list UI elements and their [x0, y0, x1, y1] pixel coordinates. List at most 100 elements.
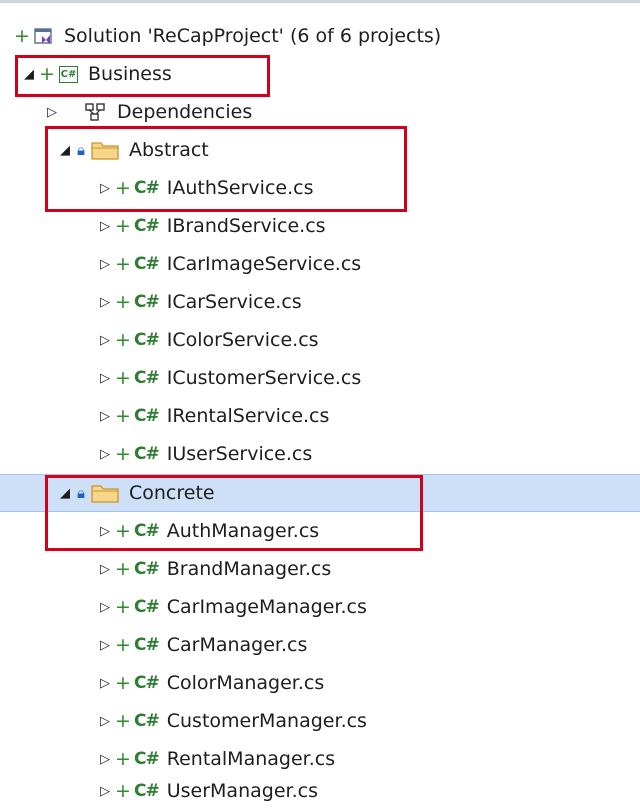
panel-top-border [0, 0, 640, 3]
csharp-file-icon: C# [134, 597, 160, 617]
csharp-file-icon: C# [134, 635, 160, 655]
pending-add-icon: + [115, 634, 131, 656]
file-label: IBrandService.cs [166, 215, 326, 237]
pending-add-icon: + [115, 177, 131, 199]
collapsed-arrow-icon[interactable]: ▷ [98, 331, 112, 349]
file-node[interactable]: ▷ + C# AuthManager.cs [0, 512, 640, 550]
file-label: CustomerManager.cs [166, 710, 367, 732]
file-node[interactable]: ▷ + C# IAuthService.cs [0, 169, 640, 207]
pending-add-icon: + [115, 367, 131, 389]
collapsed-arrow-icon[interactable]: ▷ [98, 293, 112, 311]
file-node[interactable]: ▷ + C# ICarImageService.cs [0, 245, 640, 283]
collapsed-arrow-icon[interactable]: ▷ [98, 369, 112, 387]
file-label: ICarService.cs [166, 291, 302, 313]
file-node[interactable]: ▷ + C# BrandManager.cs [0, 550, 640, 588]
file-label: ICarImageService.cs [166, 253, 362, 275]
file-node[interactable]: ▷ + C# IUserService.cs [0, 435, 640, 473]
pending-add-icon: + [115, 215, 131, 237]
dependencies-label: Dependencies [117, 101, 253, 123]
pending-add-icon: + [115, 558, 131, 580]
pending-add-icon: + [39, 63, 55, 85]
solution-icon [34, 26, 54, 46]
csharp-file-icon: C# [134, 711, 160, 731]
csharp-file-icon: C# [134, 292, 160, 312]
file-label: BrandManager.cs [166, 558, 332, 580]
pending-add-icon: + [115, 329, 131, 351]
csharp-file-icon: C# [134, 330, 160, 350]
pending-add-icon: + [115, 710, 131, 732]
solution-node[interactable]: + Solution 'ReCapProject' (6 of 6 projec… [0, 17, 640, 55]
csharp-file-icon: C# [134, 781, 160, 801]
pending-add-icon: + [115, 405, 131, 427]
collapsed-arrow-icon[interactable]: ▷ [45, 103, 59, 121]
csharp-file-icon: C# [134, 406, 160, 426]
folder-node-abstract[interactable]: ◢ 🔒︎ Abstract [0, 131, 640, 169]
file-node[interactable]: ▷ + C# CarImageManager.cs [0, 588, 640, 626]
collapsed-arrow-icon[interactable]: ▷ [98, 674, 112, 692]
collapsed-arrow-icon[interactable]: ▷ [98, 407, 112, 425]
pending-add-icon: + [115, 748, 131, 770]
file-label: AuthManager.cs [166, 520, 320, 542]
folder-label: Abstract [129, 139, 209, 161]
file-label: UserManager.cs [166, 780, 318, 802]
csharp-project-icon: C# [59, 65, 78, 83]
collapsed-arrow-icon[interactable]: ▷ [98, 217, 112, 235]
expanded-arrow-icon[interactable]: ◢ [58, 141, 72, 159]
dependencies-node[interactable]: ▷ Dependencies [0, 93, 640, 131]
csharp-file-icon: C# [134, 673, 160, 693]
lock-icon: 🔒︎ [77, 141, 85, 159]
file-label: CarImageManager.cs [166, 596, 367, 618]
solution-label: Solution 'ReCapProject' (6 of 6 projects… [64, 25, 442, 47]
folder-node-concrete[interactable]: ◢ 🔒︎ Concrete [0, 474, 640, 512]
file-node[interactable]: ▷ + C# IColorService.cs [0, 321, 640, 359]
lock-icon: 🔒︎ [77, 484, 85, 502]
file-node[interactable]: ▷ + C# IRentalService.cs [0, 397, 640, 435]
pending-add-icon: + [115, 520, 131, 542]
project-node-business[interactable]: ◢ + C# Business [0, 55, 640, 93]
pending-add-icon: + [115, 291, 131, 313]
pending-add-icon: + [115, 780, 131, 802]
collapsed-arrow-icon[interactable]: ▷ [98, 560, 112, 578]
collapsed-arrow-icon[interactable]: ▷ [98, 782, 112, 800]
file-node[interactable]: ▷ + C# ICustomerService.cs [0, 359, 640, 397]
file-node[interactable]: ▷ + C# ColorManager.cs [0, 664, 640, 702]
file-label: CarManager.cs [166, 634, 308, 656]
csharp-file-icon: C# [134, 368, 160, 388]
pending-add-icon: + [115, 596, 131, 618]
collapsed-arrow-icon[interactable]: ▷ [98, 445, 112, 463]
collapsed-arrow-icon[interactable]: ▷ [98, 598, 112, 616]
csharp-file-icon: C# [134, 178, 160, 198]
folder-icon [91, 482, 119, 504]
collapsed-arrow-icon[interactable]: ▷ [98, 255, 112, 273]
csharp-file-icon: C# [134, 444, 160, 464]
file-label: IColorService.cs [166, 329, 319, 351]
csharp-file-icon: C# [134, 521, 160, 541]
pending-add-icon: + [115, 253, 131, 275]
collapsed-arrow-icon[interactable]: ▷ [98, 179, 112, 197]
collapsed-arrow-icon[interactable]: ▷ [98, 522, 112, 540]
file-node[interactable]: ▷ + C# CustomerManager.cs [0, 702, 640, 740]
file-label: IRentalService.cs [166, 405, 330, 427]
file-node[interactable]: ▷ + C# CarManager.cs [0, 626, 640, 664]
file-label: ColorManager.cs [166, 672, 325, 694]
file-label: IUserService.cs [166, 443, 313, 465]
folder-icon [91, 139, 119, 161]
file-node[interactable]: ▷ + C# ICarService.cs [0, 283, 640, 321]
file-label: IAuthService.cs [166, 177, 314, 199]
collapsed-arrow-icon[interactable]: ▷ [98, 750, 112, 768]
pending-add-icon: + [14, 25, 30, 47]
file-node[interactable]: ▷ + C# IBrandService.cs [0, 207, 640, 245]
csharp-file-icon: C# [134, 559, 160, 579]
project-label: Business [88, 63, 172, 85]
csharp-file-icon: C# [134, 254, 160, 274]
file-node[interactable]: ▷ + C# UserManager.cs [0, 772, 640, 810]
collapsed-arrow-icon[interactable]: ▷ [98, 636, 112, 654]
csharp-file-icon: C# [134, 749, 160, 769]
csharp-file-icon: C# [134, 216, 160, 236]
expanded-arrow-icon[interactable]: ◢ [22, 65, 36, 83]
expanded-arrow-icon[interactable]: ◢ [58, 484, 72, 502]
file-label: RentalManager.cs [166, 748, 336, 770]
collapsed-arrow-icon[interactable]: ▷ [98, 712, 112, 730]
file-label: ICustomerService.cs [166, 367, 362, 389]
pending-add-icon: + [115, 672, 131, 694]
